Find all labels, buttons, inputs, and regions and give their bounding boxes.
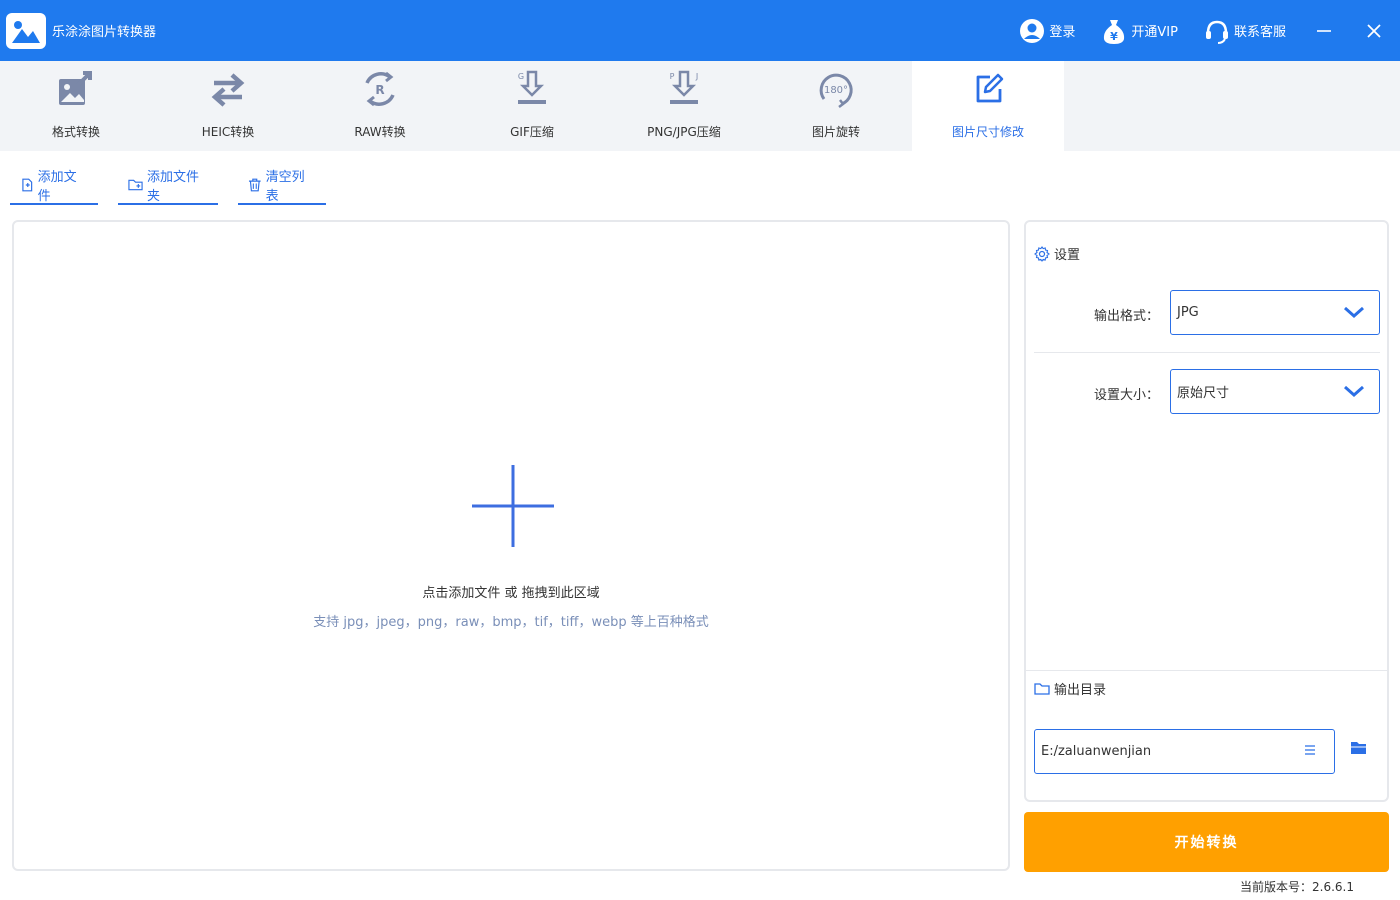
tool-heic-convert[interactable]: HEIC转换: [152, 61, 304, 151]
login-label: 登录: [1049, 25, 1076, 40]
resize-icon: [976, 73, 1004, 103]
tool-label: 图片旋转: [811, 125, 860, 139]
add-file-label: 添加文件: [37, 170, 77, 204]
vip-label: 开通VIP: [1131, 25, 1178, 40]
close-button[interactable]: [1362, 19, 1386, 43]
output-divider: [1026, 670, 1387, 671]
svg-text:180°: 180°: [824, 85, 848, 96]
app-title: 乐涂涂图片转换器: [52, 25, 157, 40]
output-dir-header: 输出目录: [1034, 679, 1106, 698]
gif-compress-icon: G: [518, 70, 546, 104]
clear-list-label: 清空列表: [265, 170, 305, 204]
rotate-icon: 180°: [819, 73, 853, 108]
login-button[interactable]: 登录: [1019, 18, 1075, 44]
tool-label: 格式转换: [51, 125, 100, 139]
close-icon: [1367, 23, 1381, 38]
money-bag-icon: ¥: [1104, 19, 1125, 44]
add-file-icon: [22, 178, 33, 192]
main-content: 添加文件 添加文件夹 清空列表 点击添加文件 或 拖拽到此区域 支持 jpg，j…: [0, 151, 1400, 900]
support-label: 联系客服: [1233, 25, 1286, 40]
tool-label: GIF压缩: [510, 125, 554, 139]
settings-header: 设置: [1034, 244, 1080, 263]
tool-format-convert[interactable]: 格式转换: [0, 61, 152, 151]
svg-text:¥: ¥: [1111, 30, 1119, 43]
tool-png-jpg-compress[interactable]: P J PNG/JPG压缩: [608, 61, 760, 151]
tool-strip: 格式转换 HEIC转换 R RAW转换 G GIF压缩 P J PNG/JPG压…: [0, 61, 1400, 151]
clear-list-button[interactable]: 清空列表: [238, 167, 326, 205]
tool-label: HEIC转换: [201, 125, 255, 139]
output-format-select[interactable]: JPG: [1170, 290, 1380, 335]
supported-formats-text: 支持 jpg，jpeg，png，raw，bmp，tif，tiff，webp 等上…: [313, 615, 709, 630]
svg-text:J: J: [695, 72, 698, 81]
raw-convert-icon: R: [365, 71, 395, 107]
drop-zone-hint: 点击添加文件 或 拖拽到此区域: [422, 586, 600, 601]
output-format-value: JPG: [1177, 305, 1199, 320]
size-setting-select[interactable]: 原始尺寸: [1170, 369, 1380, 414]
output-format-label: 输出格式：: [1094, 309, 1160, 324]
png-jpg-compress-icon: P J: [670, 70, 698, 104]
plus-icon: [472, 465, 554, 547]
tool-raw-convert[interactable]: R RAW转换: [304, 61, 456, 151]
tool-resize[interactable]: 图片尺寸修改: [912, 61, 1064, 151]
settings-title: 设置: [1054, 248, 1081, 263]
minimize-icon: [1317, 29, 1331, 32]
svg-text:R: R: [375, 83, 384, 97]
chevron-down-icon: [1344, 306, 1364, 319]
settings-panel: 设置 输出格式： JPG 设置大小： 原始尺寸 输出目录 E:/zaluanwe…: [1024, 220, 1389, 802]
svg-text:P: P: [670, 72, 675, 81]
settings-divider: [1034, 352, 1380, 353]
heic-convert-icon: [211, 73, 245, 107]
headset-icon: [1205, 20, 1228, 44]
file-actions: 添加文件 添加文件夹 清空列表: [10, 167, 346, 205]
user-avatar-icon: [1020, 18, 1045, 43]
add-folder-icon: [128, 179, 143, 191]
tool-label: 图片尺寸修改: [951, 125, 1024, 139]
add-folder-button[interactable]: 添加文件夹: [118, 167, 218, 205]
tool-label: RAW转换: [354, 125, 406, 139]
trash-icon: [248, 178, 261, 192]
tool-gif-compress[interactable]: G GIF压缩: [456, 61, 608, 151]
svg-text:G: G: [518, 72, 524, 81]
size-setting-label: 设置大小：: [1094, 388, 1160, 403]
add-folder-label: 添加文件夹: [147, 170, 200, 204]
open-folder-icon[interactable]: [1350, 740, 1368, 756]
size-setting-value: 原始尺寸: [1177, 386, 1230, 401]
title-bar: 乐涂涂图片转换器 登录 ¥ 开通VIP 联系客服: [0, 0, 1400, 61]
output-dir-label: 输出目录: [1054, 683, 1107, 698]
minimize-button[interactable]: [1312, 19, 1336, 43]
folder-icon: [1034, 682, 1050, 695]
start-convert-button[interactable]: 开始转换: [1024, 812, 1389, 872]
contact-support-button[interactable]: 联系客服: [1204, 18, 1286, 44]
app-logo-icon: [6, 12, 46, 49]
add-file-button[interactable]: 添加文件: [10, 167, 98, 205]
file-drop-zone[interactable]: 点击添加文件 或 拖拽到此区域 支持 jpg，jpeg，png，raw，bmp，…: [12, 220, 1010, 871]
vip-button[interactable]: ¥ 开通VIP: [1101, 17, 1178, 45]
tool-label: PNG/JPG压缩: [647, 125, 721, 139]
output-dir-value: E:/zaluanwenjian: [1041, 744, 1152, 759]
tool-rotate[interactable]: 180° 图片旋转: [760, 61, 912, 151]
format-convert-icon: [59, 71, 92, 105]
gear-icon: [1034, 245, 1050, 262]
version-text: 当前版本号：2.6.6.1: [1240, 880, 1354, 894]
chevron-down-icon: [1344, 385, 1364, 398]
list-menu-icon[interactable]: [1304, 744, 1316, 756]
output-dir-field[interactable]: E:/zaluanwenjian: [1034, 729, 1335, 774]
